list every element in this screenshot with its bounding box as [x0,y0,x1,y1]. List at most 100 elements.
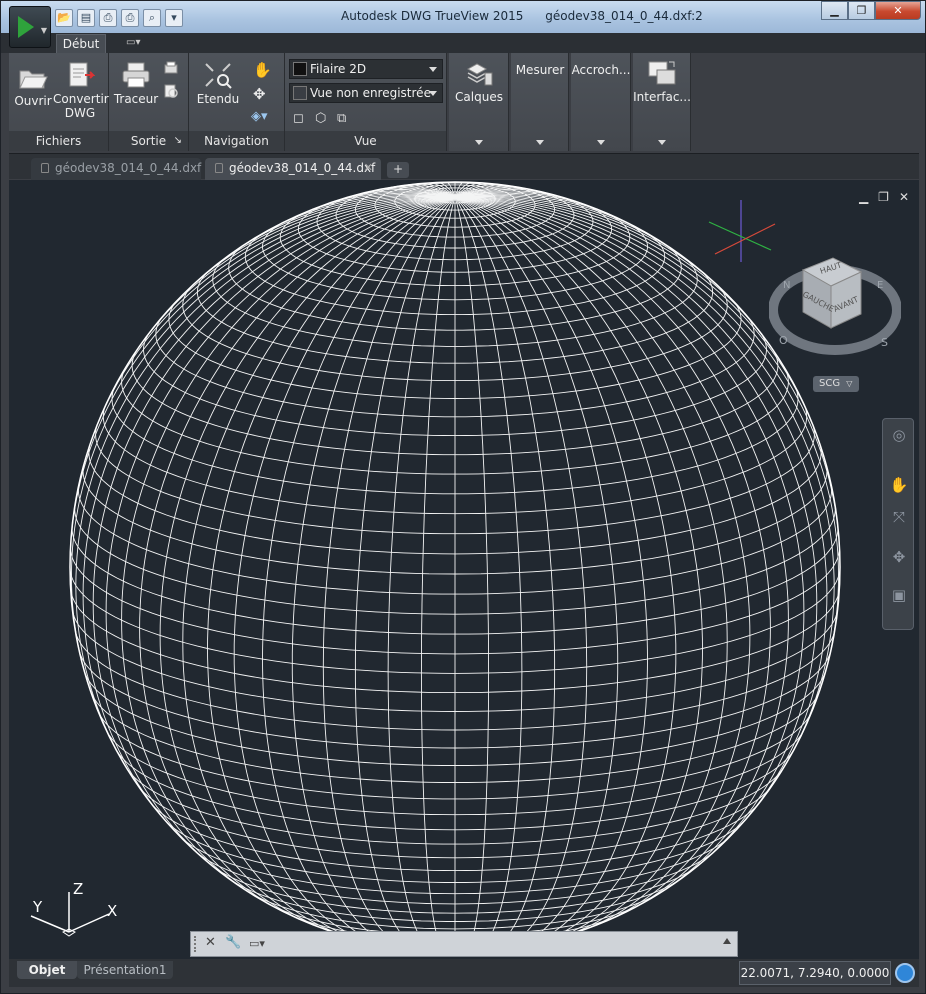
chevron-down-icon[interactable] [596,140,605,145]
coordinates-display[interactable]: 22.0071, 7.2940, 0.0000 [739,961,891,985]
customize-wrench-icon[interactable]: 🔧 [225,935,241,950]
application-window: 📂 ▤ ⎙ ⎙ ⌕ ▾ Autodesk DWG TrueView 2015 g… [0,0,926,994]
chevron-down-icon[interactable] [474,140,483,145]
close-tab-icon[interactable]: ✕ [364,158,373,178]
dwg-convert-icon[interactable]: ▤ [77,9,95,27]
chevron-down-icon[interactable] [535,140,544,145]
viewport-close-button[interactable]: ✕ [899,190,909,204]
convertir-dwg-button[interactable]: Convertir DWG [53,59,109,120]
viewport-controls: ▁ ❐ ✕ [859,190,909,204]
chevron-down-icon: ▼ [40,26,47,35]
etendu-label: Etendu [196,92,240,106]
visual-style-dropdown[interactable]: Filaire 2D [289,59,443,79]
prompt-icon[interactable]: ▭▾ [249,937,265,950]
mesurer-button[interactable]: Mesurer [511,63,569,77]
viewport-minimize-button[interactable]: ▁ [859,190,868,204]
command-line: ✕ 🔧 ▭▾ [190,931,738,957]
batch-plot-icon[interactable] [163,61,179,77]
command-history-icon[interactable] [723,938,731,944]
tab-model[interactable]: Objet [17,961,77,979]
application-menu-button[interactable]: ▼ [9,6,51,48]
lock-icon [215,163,223,173]
steering-wheel-icon[interactable]: ◎ [889,425,909,445]
panel-vue: Filaire 2D Vue non enregistrée ◻ ⬡ ⧉ Vue [285,53,447,151]
document-tab-label: géodev38_014_0_44.dxf [229,161,376,175]
open-folder-icon[interactable]: 📂 [55,9,73,27]
quick-access-toolbar: 📂 ▤ ⎙ ⎙ ⌕ ▾ [55,9,183,29]
panel-label-vue: Vue [285,131,446,151]
plot-preview-icon[interactable]: ⌕ [143,9,161,27]
ucs-x-label: X [107,902,117,920]
window-title: Autodesk DWG TrueView 2015 géodev38_014_… [341,9,721,23]
qat-dropdown-icon[interactable]: ▾ [165,9,183,27]
panel-label-sortie: Sortie ↘ [109,131,188,151]
drag-handle[interactable] [194,936,198,952]
etendu-button[interactable]: Etendu [193,61,243,106]
panel-calques: Calques [449,53,509,151]
named-view-icon [293,86,307,100]
compass-e-label: E [877,280,883,291]
drawing-viewport[interactable]: HAUT GAUCHE AVANT N E S O SCG ▽ ▁ ❐ ✕ ◎ … [9,180,919,959]
traceur-button[interactable]: Traceur [113,61,159,106]
ribbon: Ouvrir Convertir DWG Fichiers Traceur So… [9,53,693,151]
window-controls: ▁ ❐ ✕ [821,1,921,20]
communication-center-icon[interactable] [895,963,915,983]
plot-icon[interactable]: ⎙ [99,9,117,27]
calques-button[interactable]: Calques [451,59,507,104]
ucs-icon: Z Y X [30,880,117,937]
panel-mesurer: Mesurer [511,53,569,151]
panel-label-navigation: Navigation [189,131,284,151]
named-view-dropdown[interactable]: Vue non enregistrée [289,83,443,103]
document-title: géodev38_014_0_44.dxf:2 [545,9,703,23]
dialog-launcher-icon[interactable]: ↘ [174,131,182,151]
document-tab-bar: géodev38_014_0_44.dxf géodev38_014_0_44.… [9,153,919,180]
layers-icon [466,63,493,86]
ribbon-minimize-icon[interactable]: ▭▾ [126,37,140,48]
lock-icon [41,163,49,173]
tab-layout1[interactable]: Présentation1 [77,961,173,979]
pan-icon[interactable]: ✋ [253,61,272,79]
ribbon-tab-row: Début ▭▾ [1,33,925,53]
panel-fichiers: Ouvrir Convertir DWG Fichiers [9,53,109,151]
title-bar: 📂 ▤ ⎙ ⎙ ⌕ ▾ Autodesk DWG TrueView 2015 g… [1,1,925,33]
close-icon[interactable]: ✕ [205,935,216,950]
pan-icon[interactable]: ✋ [889,475,909,495]
compass-o-label: O [779,334,788,347]
app-logo-icon [18,16,34,38]
minimize-button[interactable]: ▁ [821,1,848,20]
view-cube-icon[interactable]: ⬡ [315,111,326,126]
batch-plot-icon[interactable]: ⎙ [121,9,139,27]
panel-label-fichiers: Fichiers [9,131,108,151]
view-box-icon[interactable]: ◻ [293,111,304,126]
chevron-down-icon[interactable] [657,140,666,145]
command-input[interactable] [275,934,725,954]
interface-button[interactable]: Interfac... [633,59,691,104]
tab-debut[interactable]: Début [56,34,106,53]
interface-label: Interfac... [633,90,691,104]
convertir-label: Convertir DWG [53,92,109,120]
panel-accroch: Accroch... [571,53,631,151]
zoom-icon[interactable]: ⤧ [889,507,909,527]
steering-wheel-icon[interactable]: ◈▾ [251,109,268,124]
viewcube[interactable]: HAUT GAUCHE AVANT N E S O [769,252,901,356]
maximize-button[interactable]: ❐ [848,1,875,20]
calques-label: Calques [455,90,503,104]
document-tab[interactable]: géodev38_014_0_44.dxf [31,158,201,180]
orbit-icon[interactable]: ✥ [253,85,266,103]
plot-preview-icon[interactable] [163,83,179,99]
accroch-button[interactable]: Accroch... [571,63,631,77]
orbit-icon[interactable]: ✥ [889,547,909,567]
document-tab-active[interactable]: géodev38_014_0_44.dxf ✕ [205,158,381,180]
showmotion-icon[interactable]: ▣ [889,585,909,605]
viewport-config-icon[interactable]: ⧉ [337,111,346,126]
plotter-icon [122,62,150,88]
chevron-down-icon [429,67,437,72]
close-button[interactable]: ✕ [875,1,921,20]
wcs-menu[interactable]: SCG ▽ [813,376,859,392]
viewport-restore-button[interactable]: ❐ [878,190,889,204]
visual-style-value: Filaire 2D [310,62,367,76]
named-view-value: Vue non enregistrée [310,86,431,100]
wcs-label: SCG [819,378,841,389]
new-tab-button[interactable]: + [387,162,409,178]
ouvrir-button[interactable]: Ouvrir [13,63,53,108]
